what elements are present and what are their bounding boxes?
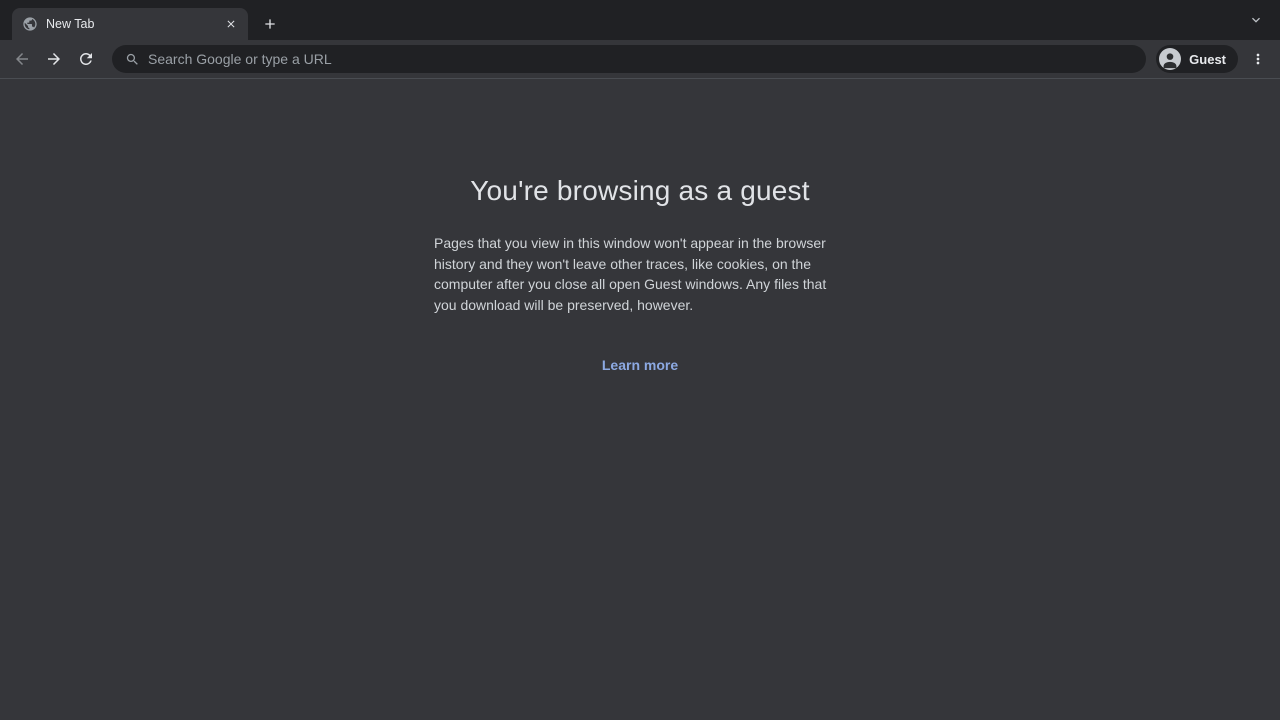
tab-new-tab[interactable]: New Tab: [12, 8, 248, 40]
profile-label: Guest: [1189, 52, 1226, 67]
guest-description: Pages that you view in this window won't…: [434, 233, 846, 315]
plus-icon: [262, 16, 278, 32]
search-icon: [124, 51, 140, 67]
globe-icon: [22, 16, 38, 32]
learn-more-link[interactable]: Learn more: [602, 357, 678, 373]
chevron-down-icon: [1248, 12, 1264, 28]
forward-arrow-icon: [45, 50, 63, 68]
back-button[interactable]: [8, 45, 36, 73]
back-arrow-icon: [13, 50, 31, 68]
guest-message-block: You're browsing as a guest Pages that yo…: [0, 79, 1280, 375]
address-bar[interactable]: [112, 45, 1146, 73]
search-input[interactable]: [148, 51, 1134, 67]
new-tab-button[interactable]: [256, 10, 284, 38]
forward-button[interactable]: [40, 45, 68, 73]
reload-icon: [77, 50, 95, 68]
tab-strip: New Tab: [0, 0, 1280, 40]
kebab-menu-icon: [1250, 51, 1266, 67]
browser-menu-button[interactable]: [1244, 45, 1272, 73]
browser-toolbar: Guest: [0, 40, 1280, 79]
page-title: You're browsing as a guest: [0, 175, 1280, 207]
guest-page: You're browsing as a guest Pages that yo…: [0, 79, 1280, 719]
tab-title: New Tab: [46, 17, 222, 31]
close-icon[interactable]: [222, 15, 240, 33]
tab-search-button[interactable]: [1244, 8, 1268, 32]
avatar: [1159, 48, 1181, 70]
profile-button[interactable]: Guest: [1156, 45, 1238, 73]
person-icon: [1159, 48, 1181, 70]
reload-button[interactable]: [72, 45, 100, 73]
